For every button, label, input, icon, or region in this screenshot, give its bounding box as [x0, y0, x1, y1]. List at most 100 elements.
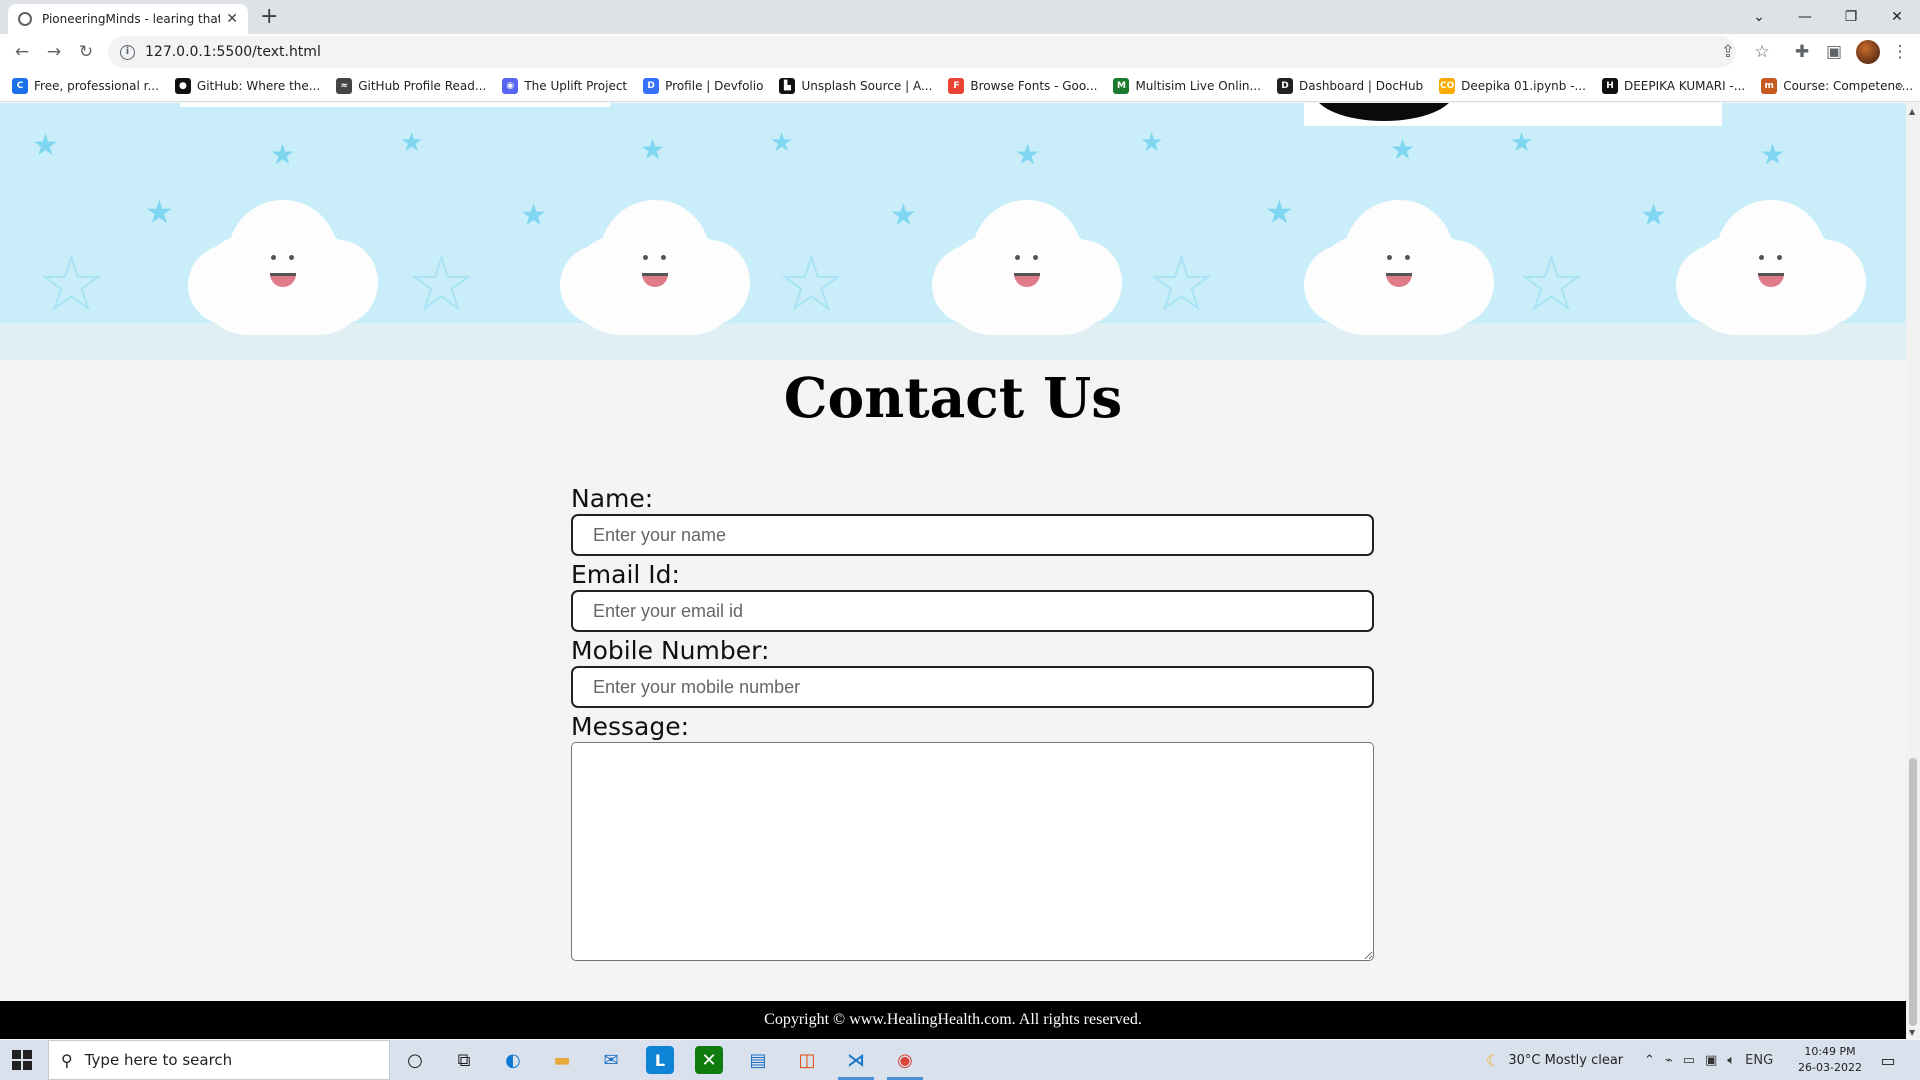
- github-icon: ●: [174, 77, 191, 94]
- bookmark-label: Deepika 01.ipynb -...: [1461, 78, 1586, 93]
- weather-widget[interactable]: ☾ 30°C Mostly clear: [1486, 1040, 1623, 1080]
- bookmark-item[interactable]: F Browse Fonts - Goo...: [948, 77, 1098, 94]
- browser-menu-icon[interactable]: ⋮: [1886, 38, 1914, 66]
- close-tab-icon[interactable]: ✕: [226, 11, 238, 27]
- tray-chevron-icon[interactable]: ⌃: [1644, 1053, 1655, 1068]
- bookmark-star-icon[interactable]: ☆: [1748, 38, 1776, 66]
- scroll-down-icon[interactable]: ▼: [1909, 1028, 1915, 1037]
- bookmark-item[interactable]: H DEEPIKA KUMARI -...: [1601, 77, 1745, 94]
- star-icon: ★: [1265, 193, 1294, 231]
- discord-icon: ◉: [502, 77, 519, 94]
- course-icon: m: [1761, 77, 1778, 94]
- bookmark-label: Multisim Live Onlin...: [1135, 78, 1261, 93]
- bookmark-item[interactable]: M Multisim Live Onlin...: [1113, 77, 1261, 94]
- restore-button[interactable]: ❐: [1828, 0, 1874, 34]
- bookmark-item[interactable]: C Free, professional r...: [12, 77, 159, 94]
- clock[interactable]: 10:49 PM 26-03-2022: [1790, 1044, 1870, 1076]
- share-icon[interactable]: ⇪: [1714, 38, 1742, 66]
- unsplash-icon: ▙: [779, 77, 796, 94]
- mail-icon[interactable]: ✉: [597, 1046, 625, 1074]
- bookmark-item[interactable]: CO Deepika 01.ipynb -...: [1439, 77, 1586, 94]
- message-textarea[interactable]: [571, 742, 1374, 961]
- decorative-shape: [1314, 103, 1454, 121]
- network-icon[interactable]: ⌁: [1665, 1053, 1673, 1068]
- edge-icon[interactable]: ◐: [499, 1046, 527, 1074]
- file-explorer-icon[interactable]: ▬: [548, 1046, 576, 1074]
- star-icon: ★: [39, 242, 104, 326]
- close-window-button[interactable]: ✕: [1874, 0, 1920, 34]
- chrome-icon[interactable]: ◉: [891, 1046, 919, 1074]
- new-tab-button[interactable]: +: [260, 4, 278, 30]
- cortana-icon[interactable]: ○: [401, 1046, 429, 1074]
- more-bookmarks-icon[interactable]: »: [1895, 78, 1904, 94]
- star-icon: ★: [520, 198, 547, 233]
- profile-avatar[interactable]: [1856, 40, 1880, 64]
- tab-search-icon[interactable]: ⌄: [1736, 0, 1782, 34]
- bookmark-item[interactable]: ● GitHub: Where the...: [174, 77, 320, 94]
- minimize-button[interactable]: —: [1782, 0, 1828, 34]
- notifications-icon[interactable]: ▭: [1874, 1046, 1902, 1074]
- top-card-right: [1304, 103, 1722, 126]
- star-icon: ★: [1140, 128, 1164, 158]
- star-icon: ★: [1640, 198, 1667, 233]
- address-bar[interactable]: i 127.0.0.1:5500/text.html: [108, 36, 1736, 68]
- hackerearth-icon: H: [1601, 77, 1618, 94]
- site-info-icon[interactable]: i: [120, 44, 135, 60]
- search-icon: ⚲: [61, 1050, 73, 1070]
- battery-icon[interactable]: ▭: [1683, 1053, 1695, 1068]
- back-icon[interactable]: ←: [8, 38, 36, 66]
- office-icon[interactable]: ◫: [793, 1046, 821, 1074]
- page-title: Contact Us: [783, 365, 1123, 430]
- volume-icon[interactable]: 🔈︎: [1727, 1053, 1735, 1068]
- clock-date: 26-03-2022: [1798, 1061, 1862, 1074]
- bookmark-label: Course: Competenc...: [1783, 78, 1914, 93]
- email-label: Email Id:: [571, 560, 680, 589]
- smiling-cloud-icon: [560, 195, 750, 335]
- display-icon[interactable]: ▣: [1705, 1053, 1717, 1068]
- browser-toolbar: ← → ↻ i 127.0.0.1:5500/text.html ⇪ ☆ ✚ ▣…: [0, 34, 1920, 70]
- bookmark-label: GitHub Profile Read...: [358, 78, 487, 93]
- bookmark-item[interactable]: D Dashboard | DocHub: [1276, 77, 1423, 94]
- reload-icon[interactable]: ↻: [72, 38, 100, 66]
- star-icon: ★: [779, 242, 844, 326]
- side-panel-icon[interactable]: ▣: [1820, 38, 1848, 66]
- taskbar-search-box[interactable]: ⚲ Type here to search: [48, 1040, 390, 1080]
- bookmark-label: Unsplash Source | A...: [801, 78, 933, 93]
- smiling-cloud-icon: [1304, 195, 1494, 335]
- multisim-icon: M: [1113, 77, 1130, 94]
- star-icon: ★: [1760, 138, 1786, 171]
- scrollbar-thumb[interactable]: [1909, 758, 1917, 1026]
- bookmark-item[interactable]: D Profile | Devfolio: [643, 77, 763, 94]
- page-scrollbar[interactable]: ▲ ▼: [1906, 103, 1920, 1039]
- bookmark-item[interactable]: ▙ Unsplash Source | A...: [779, 77, 933, 94]
- scroll-up-icon[interactable]: ▲: [1909, 107, 1915, 116]
- l-app-icon[interactable]: L: [646, 1046, 674, 1074]
- extensions-icon[interactable]: ✚: [1788, 38, 1816, 66]
- forward-icon[interactable]: →: [40, 38, 68, 66]
- name-input[interactable]: [571, 514, 1374, 556]
- bookmark-item[interactable]: m Course: Competenc...: [1761, 77, 1914, 94]
- url-text: 127.0.0.1:5500/text.html: [145, 44, 321, 60]
- vscode-icon[interactable]: ⋊: [842, 1046, 870, 1074]
- star-icon: ★: [1015, 138, 1041, 171]
- star-icon: ★: [770, 128, 794, 158]
- clock-time: 10:49 PM: [1804, 1045, 1856, 1058]
- windows-start-icon[interactable]: [12, 1050, 32, 1070]
- google-fonts-icon: F: [948, 77, 965, 94]
- email-input[interactable]: [571, 590, 1374, 632]
- language-indicator[interactable]: ENG: [1745, 1053, 1773, 1068]
- mobile-input[interactable]: [571, 666, 1374, 708]
- bookmark-item[interactable]: ◉ The Uplift Project: [502, 77, 627, 94]
- star-icon: ★: [1510, 128, 1534, 158]
- smiling-cloud-icon: [932, 195, 1122, 335]
- page-footer: Copyright © www.HealingHealth.com. All r…: [0, 1001, 1906, 1039]
- globe-icon: [18, 12, 32, 26]
- bookmark-item[interactable]: ≈ GitHub Profile Read...: [336, 77, 487, 94]
- task-view-icon[interactable]: ⧉: [450, 1046, 478, 1074]
- store-icon[interactable]: ▤: [744, 1046, 772, 1074]
- xbox-icon[interactable]: ✕: [695, 1046, 723, 1074]
- browser-tab[interactable]: PioneeringMinds - learing that in ✕: [8, 4, 248, 34]
- system-tray: ⌃ ⌁ ▭ ▣ 🔈︎ ENG: [1644, 1040, 1773, 1080]
- bookmark-label: Browse Fonts - Goo...: [970, 78, 1098, 93]
- star-icon: ★: [145, 193, 174, 231]
